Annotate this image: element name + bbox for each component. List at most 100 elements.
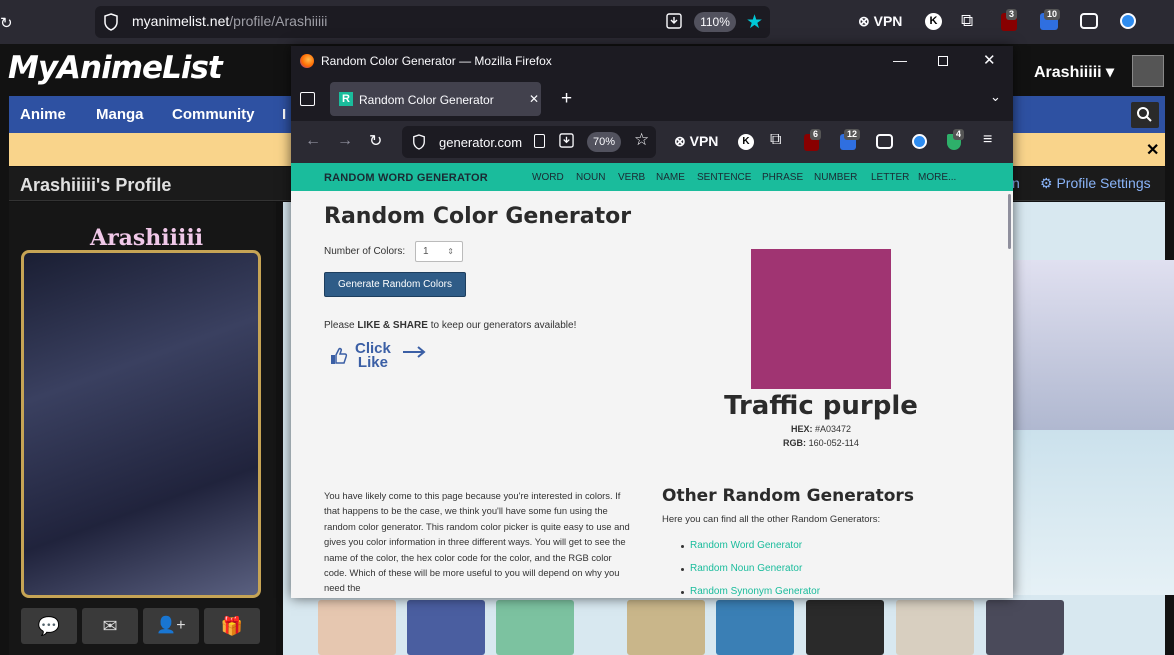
close-window-icon[interactable]: ✕ [983,51,996,69]
site-nav-letter[interactable]: LETTER [871,172,909,183]
mal-avatar[interactable] [1132,55,1164,87]
download-icon[interactable] [559,133,574,148]
bullet [681,591,684,594]
circle-extension-icon[interactable] [1120,13,1136,29]
url-text[interactable]: generator.com [439,135,522,150]
tab-close-icon[interactable]: ✕ [529,92,539,106]
list-tabs-icon[interactable]: ⌄ [990,89,1001,105]
mal-profile-title: Arashiiiii's Profile [20,175,172,195]
puzzle-icon[interactable]: ⧉ [770,131,781,149]
glasses-icon[interactable] [1080,13,1098,29]
bg-zoom-indicator[interactable]: 110% [694,12,736,32]
vpn-extension[interactable]: ⊗ VPN [674,133,718,150]
ublock-badge: 6 [810,129,822,140]
profile-picture-name: Arashiiiii [90,225,204,251]
site-nav-verb[interactable]: VERB [618,172,645,183]
generate-button[interactable]: Generate Random Colors [324,272,466,297]
rain-art [1010,430,1174,595]
favorite-thumb[interactable] [896,600,974,655]
firefox-window: Random Color Generator — Mozilla Firefox… [291,46,1013,598]
tab-favicon: R [339,92,353,106]
bullet [681,568,684,571]
site-nav-more[interactable]: MORE... [918,172,956,183]
favorite-thumb[interactable] [806,600,884,655]
color-swatch [751,249,891,389]
search-icon [1137,107,1152,122]
favorite-thumb[interactable] [716,600,794,655]
favorite-thumb[interactable] [496,600,574,655]
mal-username[interactable]: Arashiiiii ▾ [1034,62,1114,82]
intro-paragraph: You have likely come to this page becaus… [324,490,630,594]
tab-label: Random Color Generator [359,93,494,107]
shield-extension-badge: 4 [953,129,965,140]
profile-picture[interactable] [21,250,261,598]
glasses-icon[interactable] [876,134,893,149]
site-nav-sentence[interactable]: SENTENCE [697,172,751,183]
new-tab-icon[interactable]: + [561,88,572,110]
minimize-icon[interactable]: — [893,52,907,68]
bullet [681,545,684,548]
gift-button[interactable]: 🎁 [204,608,260,644]
site-brand[interactable]: RANDOM WORD GENERATOR [324,172,488,184]
link-random-word[interactable]: Random Word Generator [690,540,802,551]
favorite-thumb[interactable] [318,600,396,655]
speech-bubble-icon: 💬 [37,616,61,636]
bookmark-star-icon[interactable]: ★ [746,11,763,34]
message-button[interactable]: ✉ [82,608,138,644]
maximize-icon[interactable] [938,56,948,66]
forward-icon[interactable]: → [337,132,353,150]
k-extension-icon[interactable]: K [925,13,942,30]
link-random-noun[interactable]: Random Noun Generator [690,563,802,574]
bookmark-star-icon[interactable]: ☆ [634,130,649,150]
tab-overview-icon[interactable] [300,92,315,106]
mal-nav-manga[interactable]: Manga [96,106,144,123]
vpn-extension[interactable]: ⊗ VPN [858,13,902,30]
mal-logo[interactable]: MyAnimeList [8,50,223,86]
scrollbar[interactable] [1008,194,1011,249]
reload-icon[interactable]: ↻ [0,14,13,32]
reload-icon[interactable]: ↻ [369,131,382,151]
link-random-synonym[interactable]: Random Synonym Generator [690,586,820,597]
favorite-thumb[interactable] [407,600,485,655]
window-title: Random Color Generator — Mozilla Firefox [321,54,552,68]
mal-nav-community[interactable]: Community [172,106,255,123]
menu-icon[interactable]: ≡ [983,131,992,149]
favorite-thumb[interactable] [986,600,1064,655]
share-text: Please LIKE & SHARE to keep our generato… [324,320,577,331]
site-nav-number[interactable]: NUMBER [814,172,857,183]
color-name: Traffic purple [724,391,918,421]
site-nav-word[interactable]: WORD [532,172,564,183]
back-icon[interactable]: ← [305,132,321,150]
circle-extension-icon[interactable] [912,134,927,149]
gear-icon: ⚙ [1040,175,1053,191]
comment-button[interactable]: 💬 [21,608,77,644]
reader-view-icon[interactable] [534,134,545,148]
num-colors-input[interactable]: 1 ⇕ [415,241,463,262]
close-icon[interactable]: ✕ [1146,140,1159,160]
thumbs-up-icon[interactable] [329,346,349,366]
stepper-icon[interactable]: ⇕ [447,242,454,261]
rgb-value: RGB: 160-052-114 [783,438,859,448]
k-extension-icon[interactable]: K [738,134,754,150]
zoom-indicator[interactable]: 70% [587,132,621,152]
favorite-thumb[interactable] [627,600,705,655]
shield-icon[interactable] [412,134,426,150]
other-generators-subtitle: Here you can find all the other Random G… [662,514,881,525]
envelope-icon: ✉ [102,616,118,636]
site-nav-name[interactable]: NAME [656,172,685,183]
other-generators-title: Other Random Generators [662,486,914,506]
mal-search-button[interactable] [1131,102,1159,128]
click-like-link[interactable]: Click Like [355,341,391,370]
bg-url-text[interactable]: myanimelist.net/profile/Arashiiiii [132,13,327,29]
download-icon[interactable] [666,13,682,29]
shield-icon[interactable] [103,13,119,31]
mal-nav-industry[interactable]: I [282,106,286,123]
profile-settings-link[interactable]: ⚙ Profile Settings [1040,175,1151,192]
site-nav-phrase[interactable]: PHRASE [762,172,803,183]
site-nav-noun[interactable]: NOUN [576,172,605,183]
add-user-icon: 👤+ [156,617,186,634]
puzzle-icon[interactable]: ⧉ [961,11,973,31]
add-friend-button[interactable]: 👤+ [143,608,199,644]
mal-nav-anime[interactable]: Anime [20,106,66,123]
anime-group-art [1010,260,1174,430]
